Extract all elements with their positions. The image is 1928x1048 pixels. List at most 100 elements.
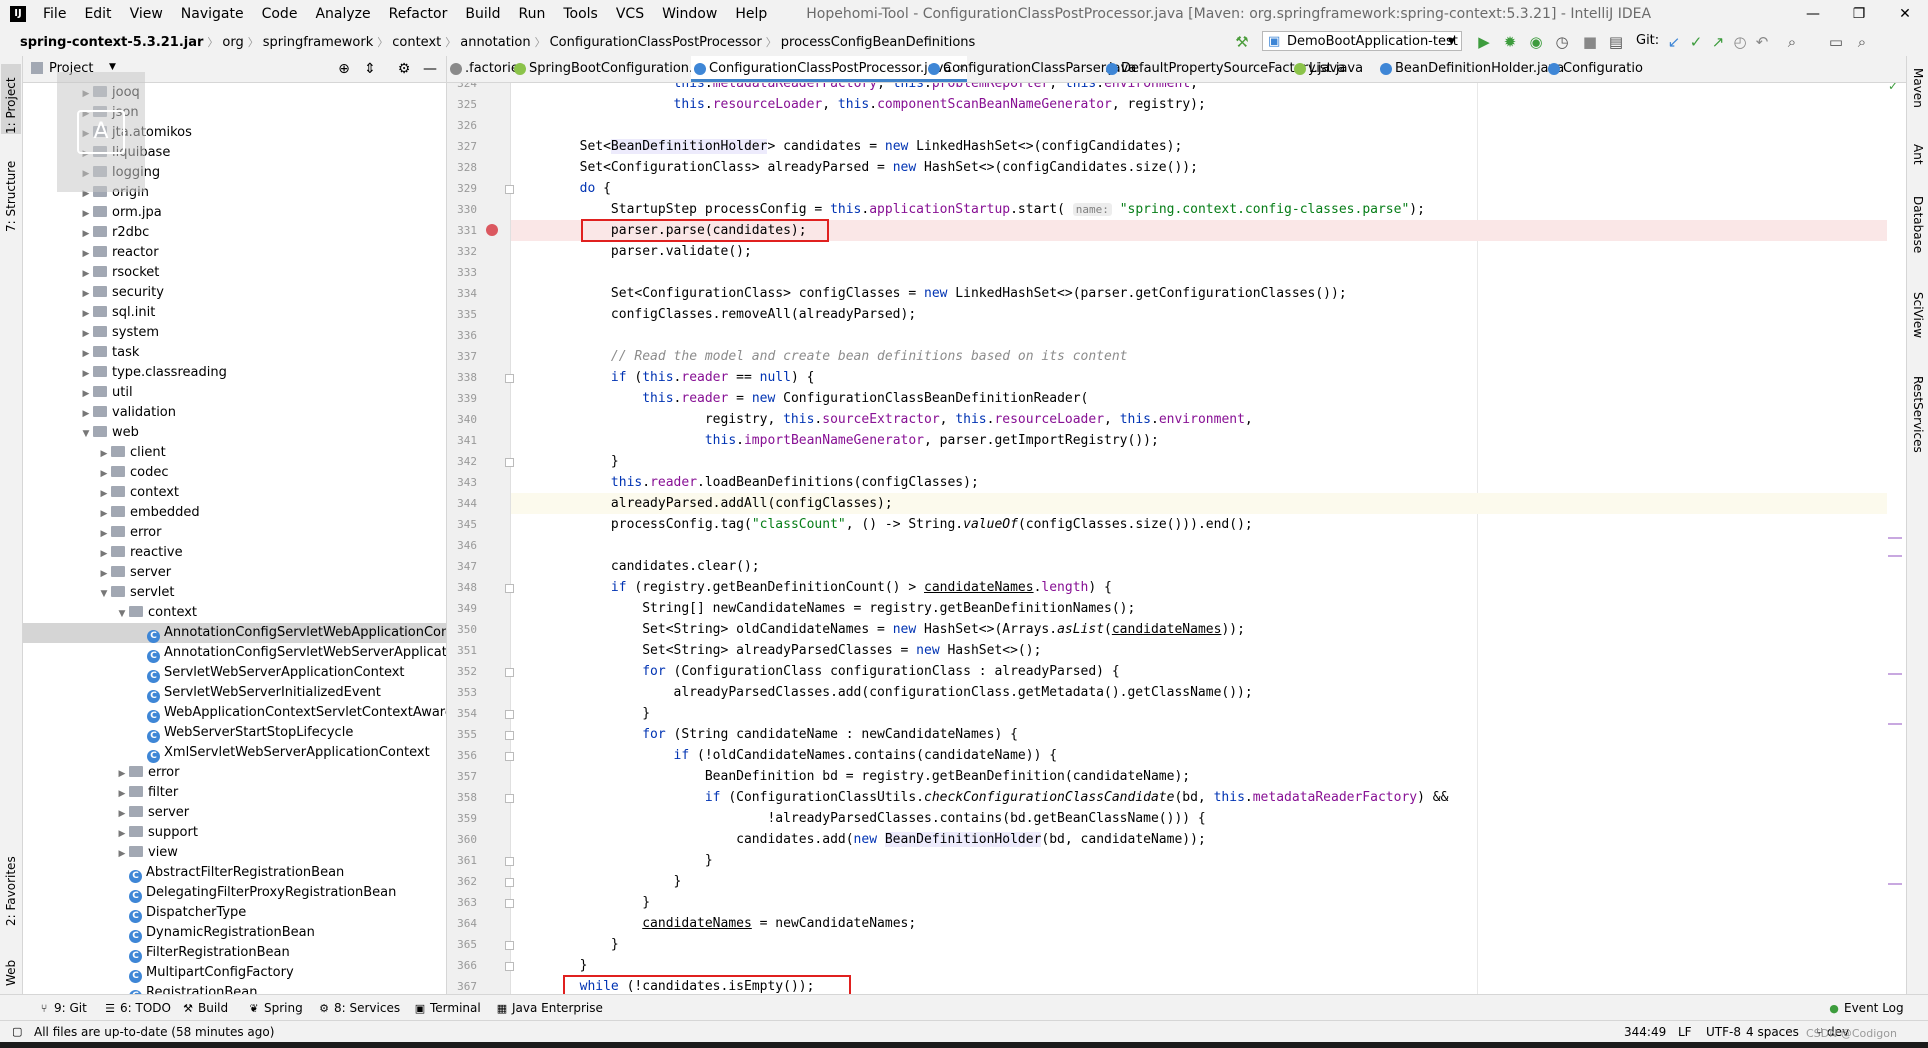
tree-item[interactable]: ▶ orm.jpa [23,203,446,223]
menu-refactor[interactable]: Refactor [380,0,457,28]
tree-item[interactable]: ▶ server [23,563,446,583]
menu-view[interactable]: View [121,0,172,28]
run-icon[interactable]: ▶ [1474,32,1494,52]
editor-tab[interactable]: List.java [1291,56,1363,82]
tool-window-button[interactable]: ▦ Java Enterprise [496,995,603,1021]
scroll-marker[interactable] [1888,555,1902,557]
chevron-right-icon[interactable]: ▶ [97,544,111,564]
git-rollback-icon[interactable]: ↶ [1752,32,1772,52]
tree-item[interactable]: ▼ servlet [23,583,446,603]
chevron-right-icon[interactable]: ▶ [79,284,93,304]
chevron-right-icon[interactable]: ▶ [97,504,111,524]
tool-window-button[interactable]: ❦ Spring [248,995,302,1021]
chevron-right-icon[interactable]: ▶ [97,444,111,464]
chevron-right-icon[interactable]: ▶ [79,404,93,424]
tree-item[interactable]: C ServletWebServerInitializedEvent [23,683,446,703]
tree-item[interactable]: ▶ support [23,823,446,843]
tree-item[interactable]: ▶ reactive [23,543,446,563]
tree-item[interactable]: ▶ system [23,323,446,343]
breadcrumb-item[interactable]: context [388,35,445,50]
tree-item[interactable]: C WebServerStartStopLifecycle [23,723,446,743]
chevron-down-icon[interactable]: ▼ [79,424,93,444]
chevron-down-icon[interactable]: ▼ [115,604,129,624]
event-log-button[interactable]: ● Event Log [1828,995,1903,1021]
file-encoding[interactable]: UTF-8 [1706,1021,1741,1043]
chevron-right-icon[interactable]: ▶ [115,804,129,824]
collapse-all-icon[interactable]: ⇕ [361,60,379,78]
menu-window[interactable]: Window [653,0,726,28]
tree-item[interactable]: ▶ client [23,443,446,463]
toggle-tool-windows-icon[interactable]: ▢ [12,1021,26,1043]
tab-maven[interactable]: Maven [1908,68,1928,128]
chevron-right-icon[interactable]: ▶ [115,764,129,784]
git-commit-icon[interactable]: ✓ [1686,32,1706,52]
tree-item[interactable]: ▶ security [23,283,446,303]
editor-tab[interactable]: Configuratio [1545,56,1643,82]
tab-database[interactable]: Database [1908,196,1928,280]
project-structure-icon[interactable]: ▤ [1606,32,1626,52]
chevron-right-icon[interactable]: ▶ [79,364,93,384]
tab-favorites[interactable]: 2: Favorites [1,848,21,926]
minimize-button[interactable]: — [1790,0,1836,28]
menu-build[interactable]: Build [456,0,509,28]
debug-icon[interactable]: ✹ [1500,32,1520,52]
chevron-right-icon[interactable]: ▶ [79,204,93,224]
tree-item[interactable]: C FilterRegistrationBean [23,943,446,963]
code-editor[interactable]: 324 325 326 327 328 329 330 331 332 333 334 335 336 3… [447,83,1906,994]
breadcrumb-item[interactable]: annotation [456,35,534,50]
tree-item[interactable]: C WebApplicationContextServletContextAwar… [23,703,446,723]
close-window-button[interactable]: ✕ [1882,0,1928,28]
tree-item[interactable]: ▶ type.classreading [23,363,446,383]
chevron-right-icon[interactable]: ▶ [79,304,93,324]
indent-setting[interactable]: 4 spaces [1746,1021,1799,1043]
tree-item[interactable]: ▶ embedded [23,503,446,523]
chevron-right-icon[interactable]: ▶ [79,224,93,244]
scroll-marker[interactable] [1888,537,1902,539]
tool-window-button[interactable]: ⚙ 8: Services [318,995,400,1021]
tree-item[interactable]: ▶ task [23,343,446,363]
chevron-down-icon[interactable]: ▼ [97,584,111,604]
maximize-button[interactable]: ❐ [1836,0,1882,28]
tab-restservices[interactable]: RestServices [1908,376,1928,486]
menu-tools[interactable]: Tools [554,0,607,28]
inspection-ok-icon[interactable]: ✓ [1888,83,1898,93]
coverage-icon[interactable]: ◉ [1526,32,1546,52]
menu-edit[interactable]: Edit [75,0,120,28]
tree-item[interactable]: ▶ validation [23,403,446,423]
hammer-icon[interactable]: ⚒ [1232,32,1252,52]
chevron-right-icon[interactable]: ▶ [115,824,129,844]
chevron-right-icon[interactable]: ▶ [79,324,93,344]
chevron-right-icon[interactable]: ▶ [97,524,111,544]
chevron-right-icon[interactable]: ▶ [79,344,93,364]
tree-item[interactable]: ▶ r2dbc [23,223,446,243]
tree-item[interactable]: ▶ util [23,383,446,403]
tree-item[interactable]: ▶ view [23,843,446,863]
search-everywhere-icon[interactable]: ⌕ [1782,32,1802,52]
tree-item[interactable]: ▶ context [23,483,446,503]
caret-position[interactable]: 344:49 [1624,1021,1666,1043]
tree-item[interactable]: C MultipartConfigFactory [23,963,446,983]
scroll-marker[interactable] [1888,723,1902,725]
tree-item[interactable]: C DispatcherType [23,903,446,923]
tree-item[interactable]: C DelegatingFilterProxyRegistrationBean [23,883,446,903]
tree-item[interactable]: C AnnotationConfigServletWebApplicationCo… [23,623,446,643]
breadcrumb-item[interactable]: org [218,35,247,50]
breadcrumb-item[interactable]: spring-context-5.3.21.jar [16,35,207,50]
tool-window-button[interactable]: ☰ 6: TODO [104,995,171,1021]
tree-item[interactable]: C AnnotationConfigServletWebServerApplica… [23,643,446,663]
chevron-down-icon[interactable]: ▼ [109,62,116,72]
tool-window-button[interactable]: ▣ Terminal [414,995,481,1021]
breadcrumb-item[interactable]: springframework [259,35,377,50]
breadcrumb-item[interactable]: processConfigBeanDefinitions [777,35,980,50]
menu-analyze[interactable]: Analyze [306,0,379,28]
hide-icon[interactable]: — [421,60,439,78]
menu-navigate[interactable]: Navigate [172,0,253,28]
tree-item[interactable]: ▼ web [23,423,446,443]
tree-item[interactable]: C AbstractFilterRegistrationBean [23,863,446,883]
tree-item[interactable]: ▶ codec [23,463,446,483]
stop-icon[interactable]: ■ [1580,32,1600,52]
tree-item[interactable]: CRegistrationBean [23,983,446,994]
tree-item[interactable]: ▶ filter [23,783,446,803]
tab-structure[interactable]: 7: Structure [1,148,21,232]
editor-tab[interactable]: BeanDefinitionHolder.java [1377,56,1564,82]
